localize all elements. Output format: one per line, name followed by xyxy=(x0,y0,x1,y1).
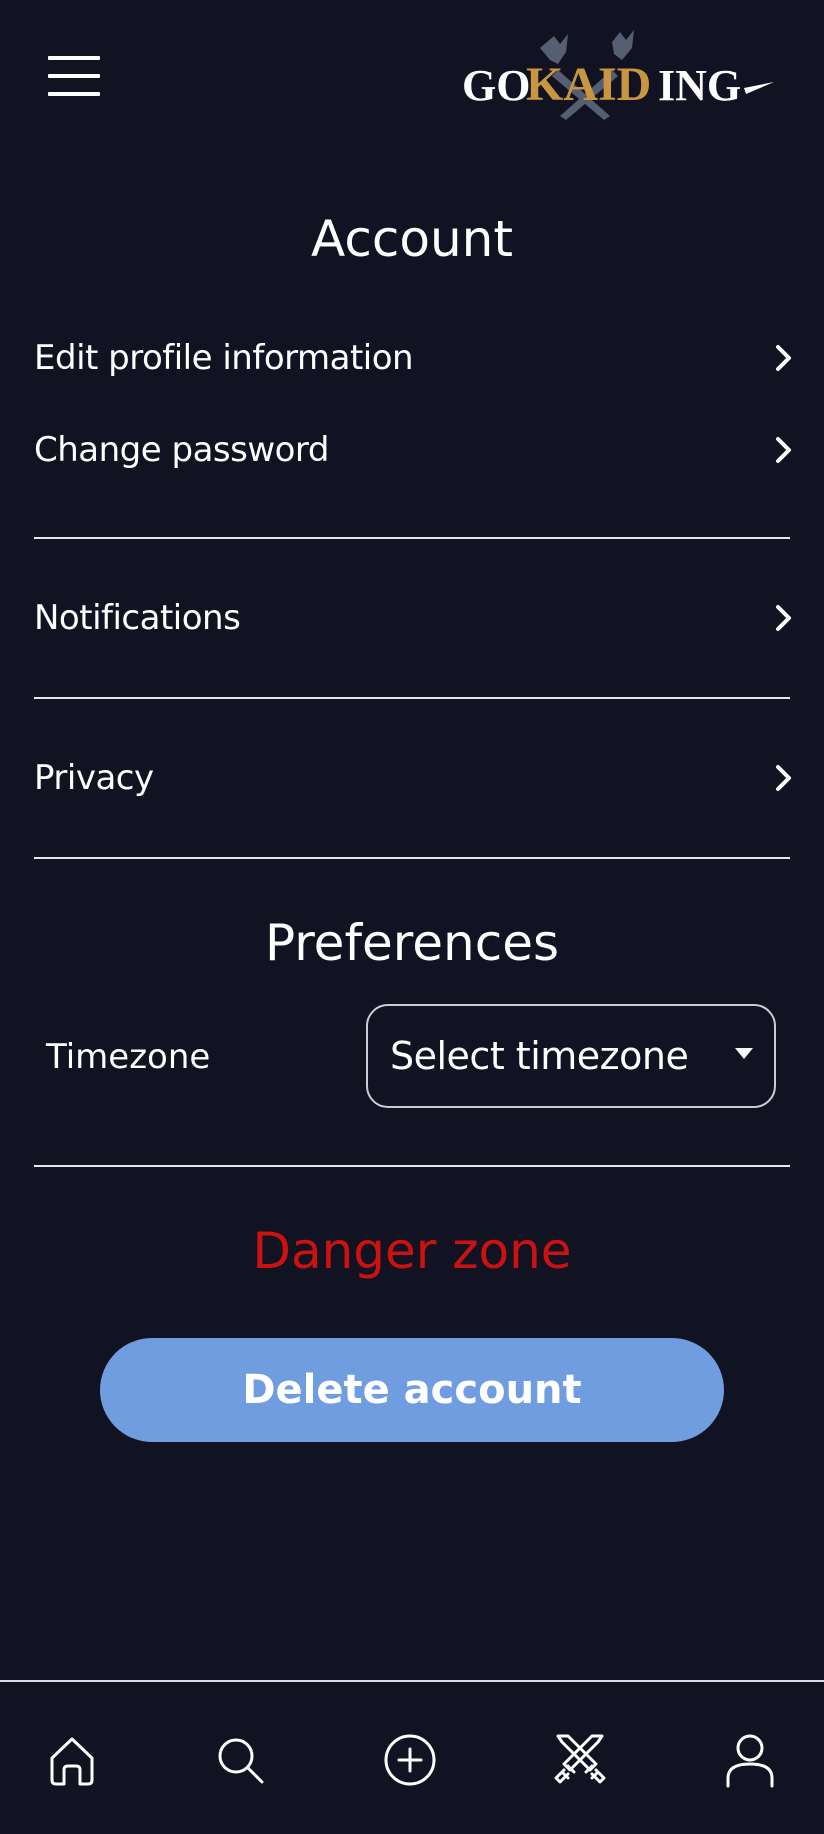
crossed-swords-icon xyxy=(554,1734,606,1784)
logo-text-right: ING xyxy=(658,61,741,110)
chevron-right-icon xyxy=(772,602,796,634)
nav-create[interactable] xyxy=(380,1730,440,1790)
preferences-title: Preferences xyxy=(264,914,560,972)
search-icon xyxy=(218,1738,264,1784)
nav-search[interactable] xyxy=(210,1730,270,1790)
chevron-right-icon xyxy=(772,434,796,466)
danger-zone-title: Danger zone xyxy=(252,1222,572,1280)
account-title: Account xyxy=(311,210,513,268)
change-password-row[interactable]: Change password xyxy=(34,414,796,486)
notifications-label: Notifications xyxy=(34,598,241,638)
plus-circle-icon xyxy=(384,1734,436,1786)
home-icon xyxy=(50,1737,94,1786)
divider xyxy=(34,697,790,699)
logo-mark: GO KAID ING xyxy=(462,30,774,120)
edit-profile-label: Edit profile information xyxy=(34,338,414,378)
notifications-row[interactable]: Notifications xyxy=(34,582,796,654)
caret-down-icon xyxy=(734,1047,754,1066)
nav-raids[interactable] xyxy=(550,1730,610,1790)
change-password-label: Change password xyxy=(34,430,329,470)
divider xyxy=(34,1165,790,1167)
delete-account-button[interactable]: Delete account xyxy=(100,1338,724,1442)
timezone-label: Timezone xyxy=(46,1037,211,1077)
logo[interactable]: GO KAID ING xyxy=(462,30,774,126)
chevron-right-icon xyxy=(772,762,796,794)
nav-profile[interactable] xyxy=(720,1730,780,1790)
nav-home[interactable] xyxy=(42,1730,102,1790)
privacy-row[interactable]: Privacy xyxy=(34,742,796,814)
edit-profile-row[interactable]: Edit profile information xyxy=(34,322,796,394)
divider xyxy=(34,857,790,859)
logo-text-middle: KAID xyxy=(526,58,651,111)
timezone-select[interactable]: Select timezone xyxy=(366,1004,776,1108)
privacy-label: Privacy xyxy=(34,758,154,798)
logo-text-left: GO xyxy=(462,61,530,110)
chevron-right-icon xyxy=(772,342,796,374)
timezone-value: Select timezone xyxy=(390,1034,689,1078)
user-icon xyxy=(726,1734,774,1788)
divider xyxy=(34,537,790,539)
hamburger-menu-icon[interactable] xyxy=(48,56,100,96)
